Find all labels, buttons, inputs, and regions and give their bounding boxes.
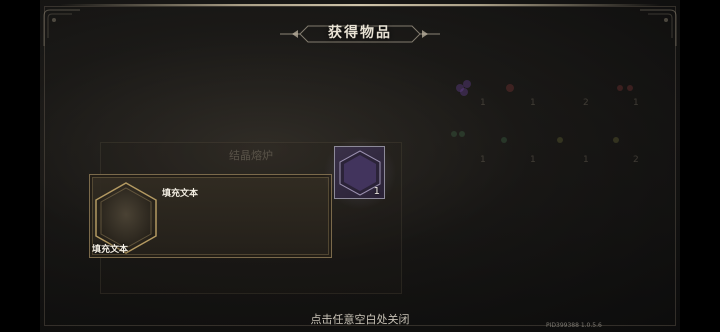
item-description: 填充文本 <box>92 245 129 255</box>
item-detail-card: 填充文本 填充文本 <box>89 174 332 258</box>
reward-item-frame: 1 <box>334 146 385 199</box>
version-label: PID399388 1.0.5.6 <box>546 322 602 329</box>
letterbox-left <box>0 0 40 332</box>
letterbox-right <box>680 0 720 332</box>
reward-item-slot[interactable]: 1 <box>324 136 396 210</box>
corner-ornament-icon <box>42 8 82 48</box>
close-hint: 点击任意空白处关闭 <box>310 313 410 326</box>
dialog-top-border <box>60 4 660 6</box>
dialog-title: 获得物品 <box>328 25 392 41</box>
item-name: 填充文本 <box>162 189 199 199</box>
reward-count: 1 <box>373 186 380 197</box>
corner-ornament-icon <box>638 8 678 48</box>
game-screen[interactable]: 结晶熔炉 1 1 2 1 1 1 1 2 获得物品 填充文本 填充文本 1 点击… <box>0 0 720 332</box>
